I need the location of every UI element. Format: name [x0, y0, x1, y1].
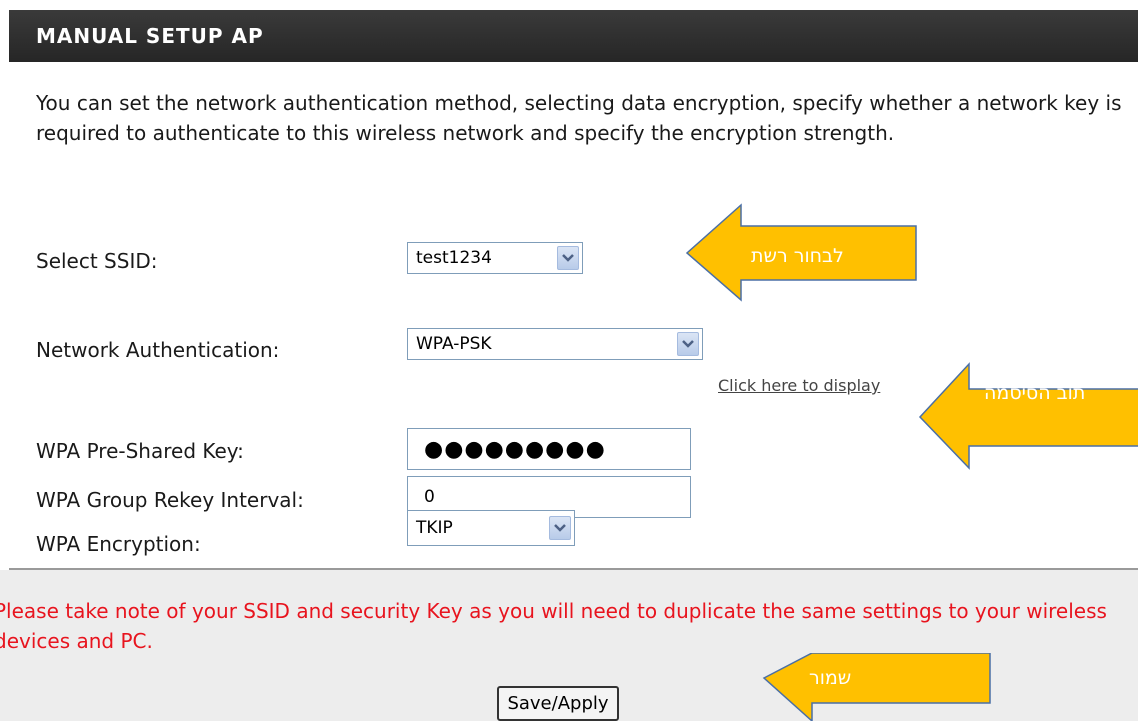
- encryption-value: TKIP: [416, 518, 453, 538]
- chevron-down-icon[interactable]: [557, 246, 579, 270]
- ssid-value: test1234: [416, 248, 492, 268]
- callout-arrow-password: [918, 362, 1138, 470]
- display-key-link[interactable]: Click here to display: [718, 376, 880, 395]
- save-apply-button[interactable]: Save/Apply: [497, 686, 619, 721]
- encryption-select[interactable]: TKIP: [407, 510, 575, 546]
- chevron-down-icon[interactable]: [677, 332, 699, 356]
- rekey-label: WPA Group Rekey Interval:: [36, 488, 304, 512]
- description-text: You can set the network authentication m…: [36, 91, 1122, 145]
- rekey-value: 0: [424, 487, 435, 507]
- psk-label: WPA Pre-Shared Key:: [36, 439, 244, 463]
- auth-select[interactable]: WPA-PSK: [407, 328, 703, 360]
- chevron-down-icon[interactable]: [549, 516, 571, 540]
- auth-label: Network Authentication:: [36, 338, 280, 362]
- section-header: MANUAL SETUP AP: [9, 10, 1138, 62]
- ssid-select[interactable]: test1234: [407, 242, 583, 274]
- warning-note: Please take note of your SSID and securi…: [0, 599, 1107, 653]
- setup-panel: You can set the network authentication m…: [9, 62, 1138, 570]
- page-title: MANUAL SETUP AP: [36, 24, 264, 48]
- callout-text-ssid: לבחור רשת: [751, 245, 844, 267]
- callout-text-password: תוב הסיסמה: [984, 382, 1086, 404]
- callout-arrow-save: [762, 653, 991, 721]
- psk-value: ●●●●●●●●●: [424, 436, 606, 462]
- encryption-label: WPA Encryption:: [36, 532, 201, 556]
- ssid-label: Select SSID:: [36, 249, 158, 273]
- callout-text-save: שמור: [809, 667, 852, 689]
- auth-value: WPA-PSK: [416, 334, 492, 354]
- psk-input[interactable]: ●●●●●●●●●: [407, 428, 691, 470]
